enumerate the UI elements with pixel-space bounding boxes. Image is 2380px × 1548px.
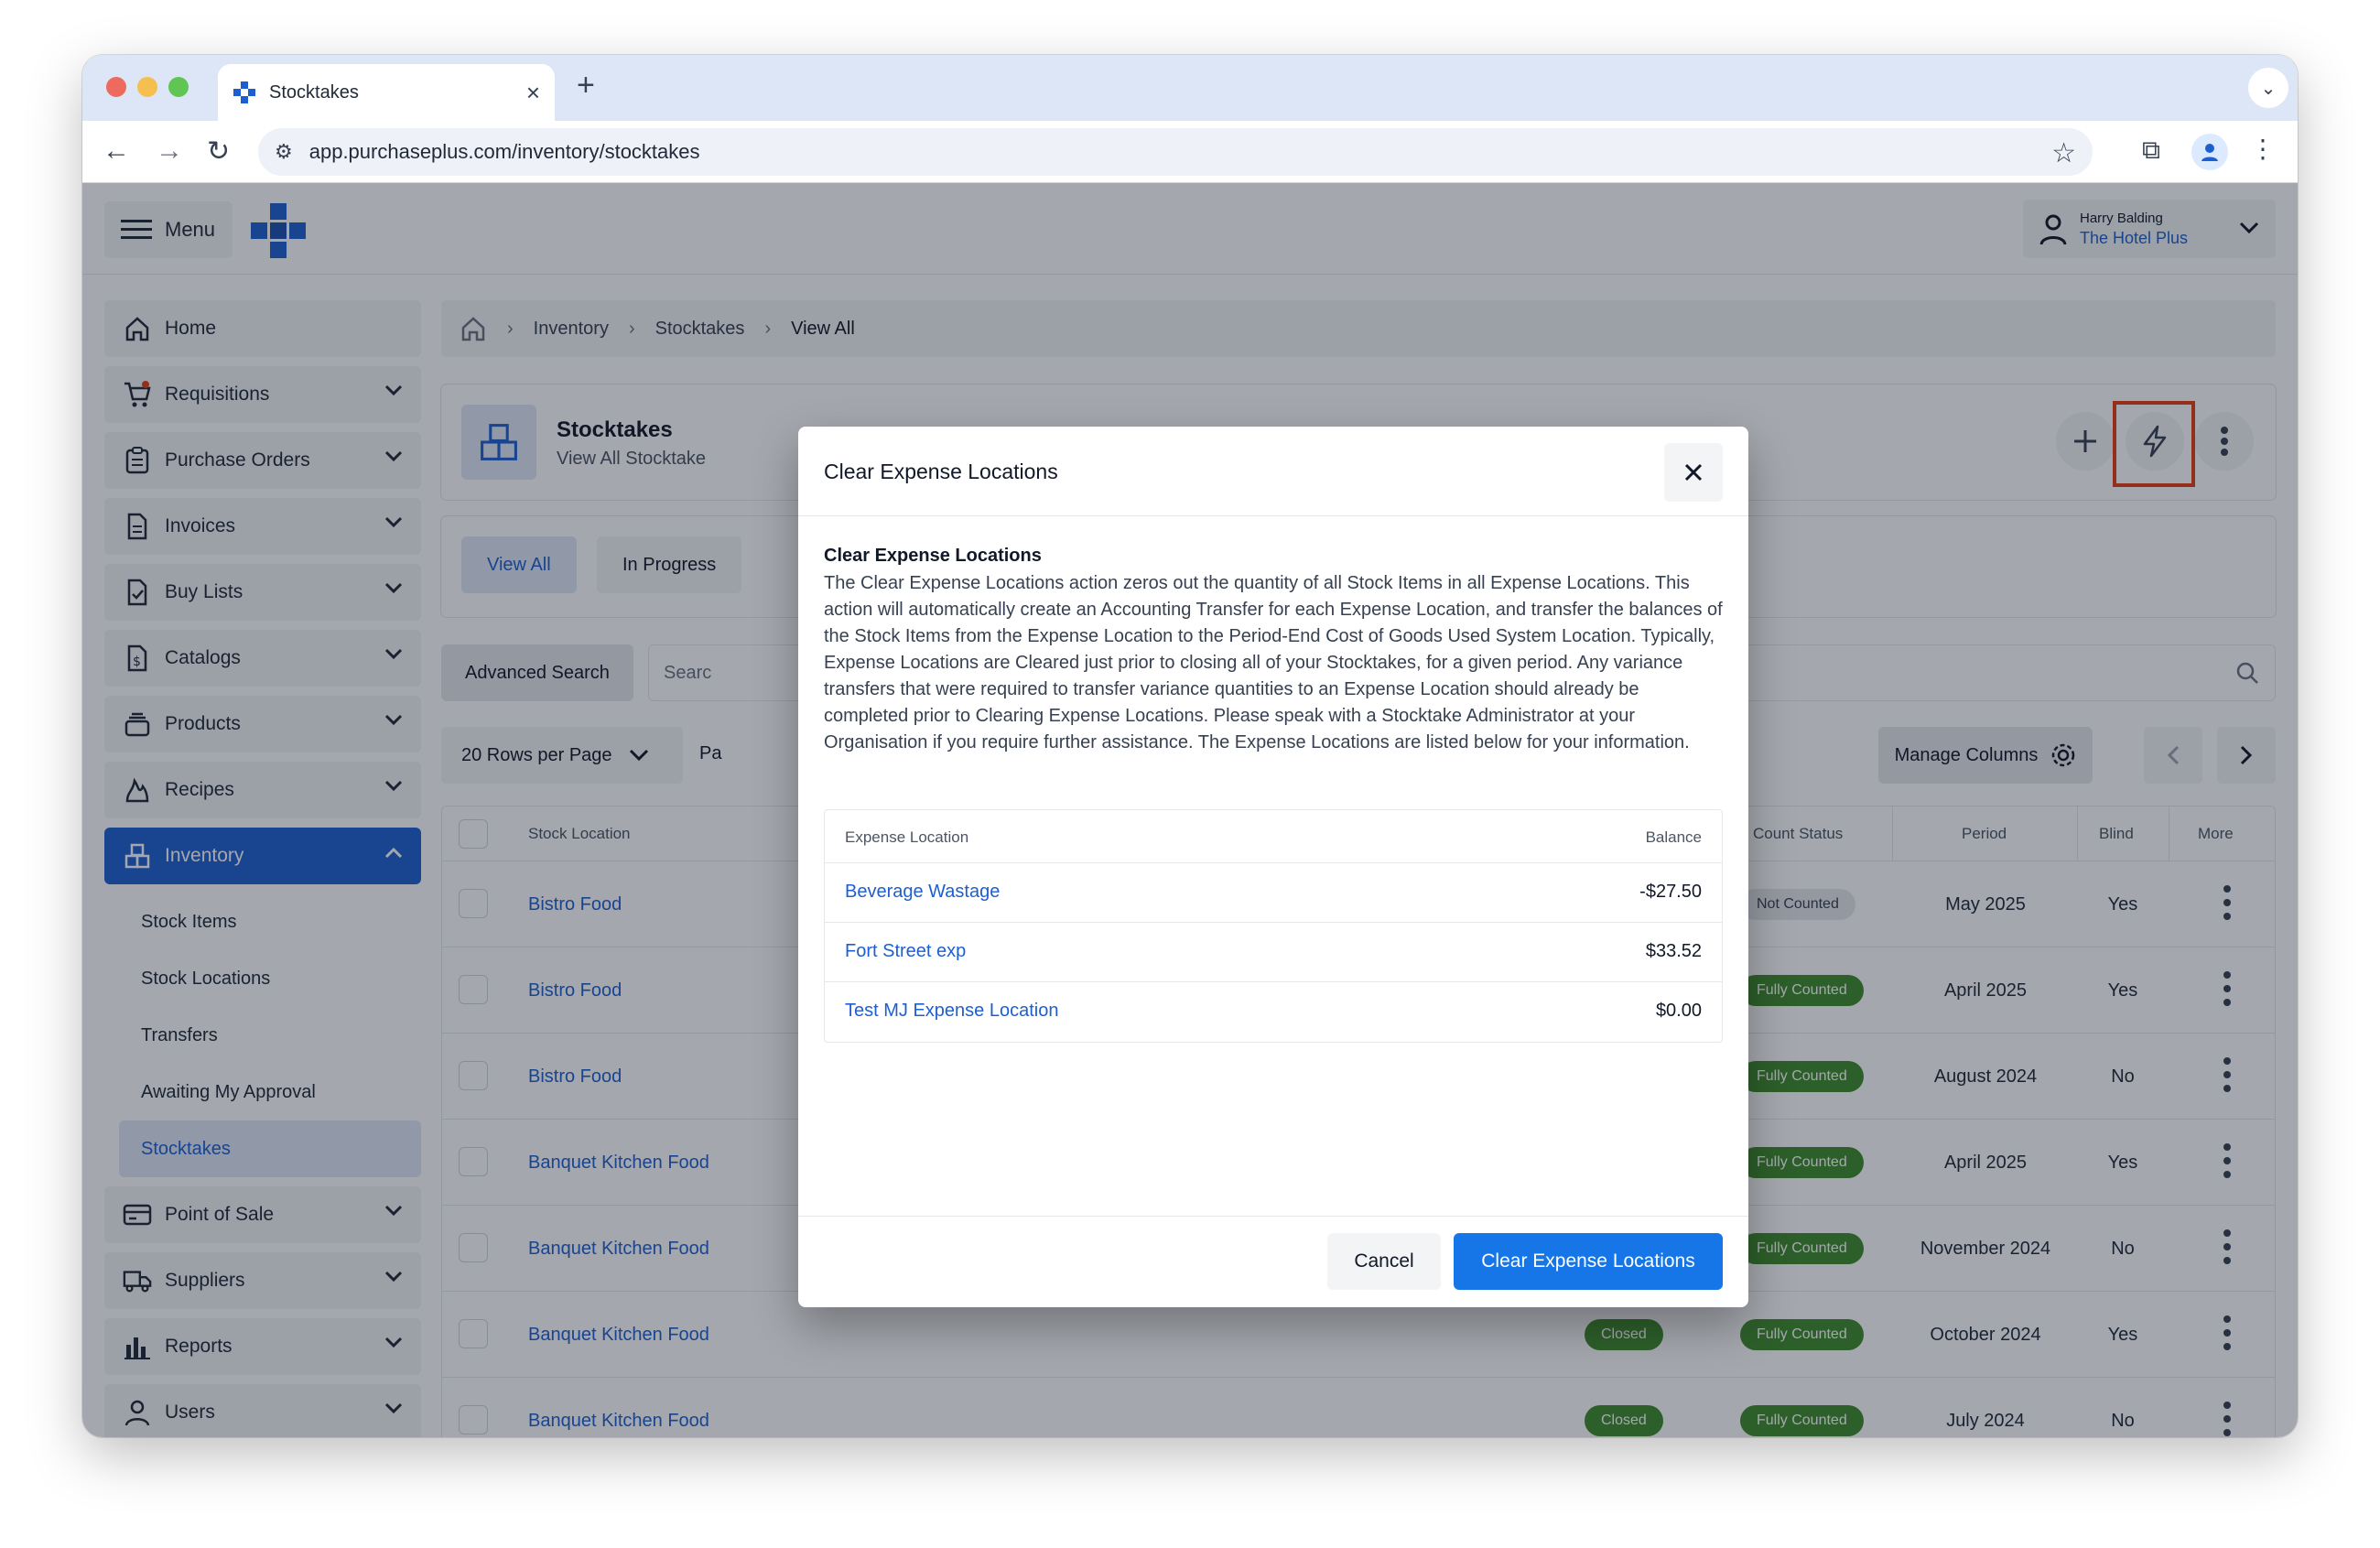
clear-expense-locations-modal: Clear Expense Locations Clear Expense Lo… xyxy=(798,427,1748,1307)
header-balance: Balance xyxy=(1645,828,1702,846)
back-icon[interactable]: ← xyxy=(103,135,130,167)
bookmark-star-icon[interactable]: ☆ xyxy=(2051,137,2076,169)
modal-footer: Cancel Clear Expense Locations xyxy=(798,1216,1748,1307)
browser-window: Stocktakes × + ⌄ ← → ↻ ⚙ app.purchaseplu… xyxy=(82,55,2298,1437)
clear-expense-locations-button[interactable]: Clear Expense Locations xyxy=(1454,1233,1723,1290)
extensions-icon[interactable]: ⧉ xyxy=(2142,135,2160,166)
browser-tab[interactable]: Stocktakes × xyxy=(218,64,555,121)
maximize-window-button[interactable] xyxy=(168,77,189,97)
expense-row: Test MJ Expense Location $0.00 xyxy=(825,982,1722,1042)
expense-balance: $0.00 xyxy=(1655,1001,1702,1021)
reload-icon[interactable]: ↻ xyxy=(207,135,230,168)
forward-icon[interactable]: → xyxy=(156,135,183,167)
modal-heading: Clear Expense Locations xyxy=(824,546,1042,566)
modal-description: The Clear Expense Locations action zeros… xyxy=(824,573,1723,752)
tab-title: Stocktakes xyxy=(269,81,359,103)
header-expense-location: Expense Location xyxy=(845,828,969,846)
cancel-button[interactable]: Cancel xyxy=(1327,1233,1441,1290)
close-tab-icon[interactable]: × xyxy=(526,79,540,107)
expense-location-link[interactable]: Fort Street exp xyxy=(845,941,966,962)
modal-header: Clear Expense Locations xyxy=(798,427,1748,516)
expense-balance: $33.52 xyxy=(1645,941,1702,961)
expense-balance: -$27.50 xyxy=(1639,882,1702,902)
browser-tab-bar: Stocktakes × + ⌄ xyxy=(82,55,2298,121)
minimize-window-button[interactable] xyxy=(137,77,157,97)
site-settings-icon[interactable]: ⚙ xyxy=(275,140,293,164)
new-tab-icon[interactable]: + xyxy=(577,68,595,103)
modal-body: Clear Expense Locations The Clear Expens… xyxy=(824,546,1723,756)
modal-close-button[interactable] xyxy=(1664,443,1723,502)
profile-icon[interactable] xyxy=(2191,134,2228,170)
tab-search-icon[interactable]: ⌄ xyxy=(2248,68,2288,108)
address-bar[interactable]: ⚙ app.purchaseplus.com/inventory/stockta… xyxy=(258,128,2093,176)
url-text: app.purchaseplus.com/inventory/stocktake… xyxy=(308,140,700,163)
expense-table-header: Expense Location Balance xyxy=(825,810,1722,863)
purchaseplus-favicon xyxy=(233,81,255,103)
expense-location-link[interactable]: Test MJ Expense Location xyxy=(845,1001,1058,1022)
expense-location-link[interactable]: Beverage Wastage xyxy=(845,882,1000,903)
close-icon xyxy=(1684,463,1703,482)
expense-row: Fort Street exp $33.52 xyxy=(825,923,1722,982)
expense-locations-table: Expense Location Balance Beverage Wastag… xyxy=(824,809,1723,1043)
browser-toolbar: ← → ↻ ⚙ app.purchaseplus.com/inventory/s… xyxy=(82,121,2298,183)
modal-title: Clear Expense Locations xyxy=(824,460,1058,483)
browser-menu-icon[interactable]: ⋮ xyxy=(2250,134,2276,164)
expense-row: Beverage Wastage -$27.50 xyxy=(825,863,1722,923)
close-window-button[interactable] xyxy=(106,77,126,97)
